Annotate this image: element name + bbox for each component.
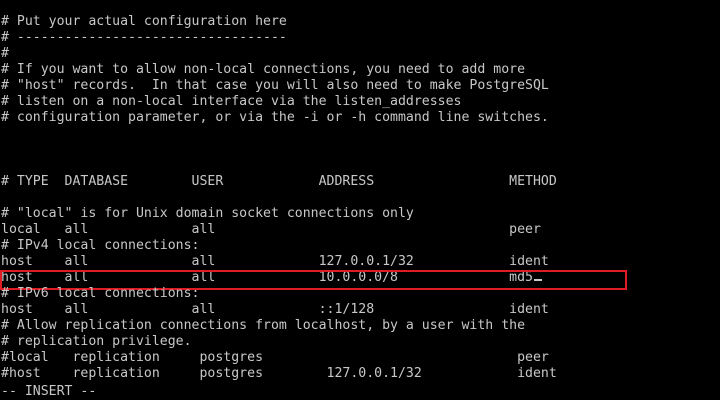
terminal-window[interactable]: # Put your actual configuration here # -… (0, 0, 720, 400)
config-comment-line: # "local" is for Unix domain socket conn… (1, 206, 414, 221)
config-comment-line: # If you want to allow non-local connect… (1, 62, 526, 77)
mode-status: -- INSERT -- (1, 384, 97, 399)
config-comment-line: # IPv6 local connections: (1, 286, 200, 301)
config-comment-line: # (1, 46, 9, 61)
hba-entry-line[interactable]: host all all ::1/128 ident (1, 302, 549, 318)
text-cursor (533, 279, 542, 281)
config-comment-line: # listen on a non-local interface via th… (1, 94, 462, 109)
config-comment-line: # Allow replication connections from loc… (1, 318, 526, 333)
config-comment-line: # configuration parameter, or via the -i… (1, 110, 549, 125)
hba-entry-line[interactable]: local all all peer (1, 222, 541, 238)
hba-entry-line[interactable]: host all all 127.0.0.1/32 ident (1, 254, 549, 270)
hba-entry-line-highlighted[interactable]: host all all 10.0.0.0/8 md5 (1, 270, 542, 286)
config-comment-line: # replication privilege. (1, 334, 192, 349)
commented-entry-line[interactable]: #host replication postgres 127.0.0.1/32 … (1, 366, 557, 382)
column-header-line: # TYPE DATABASE USER ADDRESS METHOD (1, 174, 557, 189)
config-comment-line: # "host" records. In that case you will … (1, 78, 549, 93)
config-comment-line: # ---------------------------------- (1, 30, 287, 45)
config-comment-line: # Put your actual configuration here (1, 14, 287, 29)
config-comment-line: # IPv4 local connections: (1, 238, 200, 253)
hba-entry-text: host all all 10.0.0.0/8 md5 (1, 270, 533, 285)
commented-entry-line[interactable]: #local replication postgres peer (1, 350, 549, 366)
